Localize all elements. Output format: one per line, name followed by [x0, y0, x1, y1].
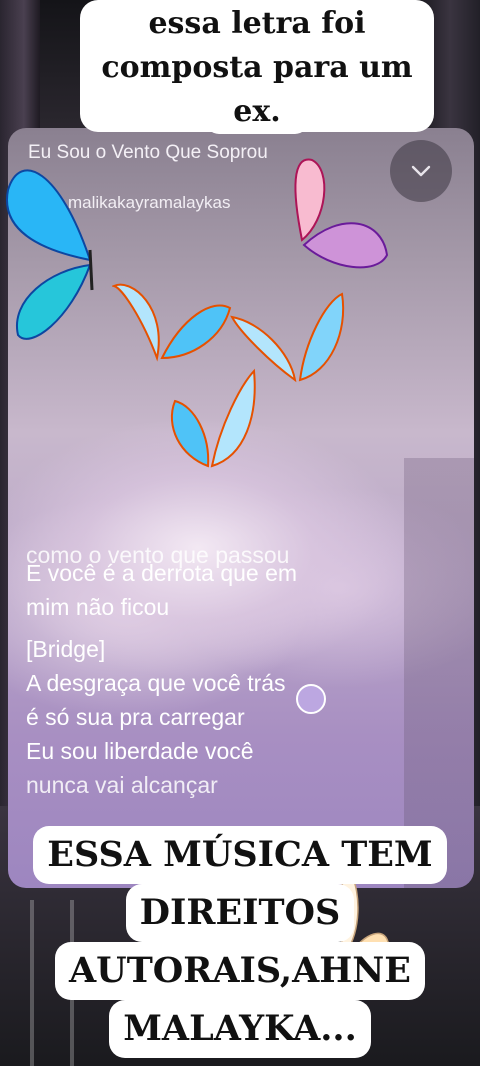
- caption-bottom-line: ESSA MÚSICA TEM: [33, 826, 447, 884]
- lyric-line: mim não ficou: [26, 594, 170, 620]
- lyric-line: Eu sou liberdade você: [26, 738, 254, 764]
- caption-top-line: ex.: [205, 90, 309, 134]
- blue-butterfly-icon: [5, 169, 94, 340]
- lyric-line: nunca vai alcançar: [26, 772, 218, 798]
- pink-butterfly-icon: [294, 158, 389, 269]
- lyrics-panel: como o vento que passou E você é a derro…: [26, 542, 406, 802]
- card-overlay-strip: [404, 458, 474, 888]
- caption-bottom: ESSA MÚSICA TEM DIREITOS AUTORAIS,AHNE M…: [2, 826, 478, 1066]
- caption-bottom-line: MALAYKA...: [109, 1000, 371, 1058]
- collapse-button[interactable]: [390, 140, 452, 202]
- caption-top-line: essa letra foi: [148, 6, 366, 41]
- caption-bottom-line: DIREITOS: [125, 884, 355, 942]
- blue-butterfly-icon: [112, 283, 232, 362]
- chevron-down-icon: [411, 165, 431, 177]
- caption-top: essa letra foi composta para um ex.: [80, 0, 434, 134]
- lyric-line: A desgraça que você trás: [26, 670, 286, 696]
- caption-top-line: composta para um: [101, 50, 413, 85]
- blue-butterfly-icon: [170, 368, 256, 468]
- lyric-section-label: [Bridge]: [26, 636, 106, 662]
- lyric-line: é só sua pra carregar: [26, 704, 245, 730]
- caption-bottom-line: AUTORAIS,AHNE: [55, 942, 425, 1000]
- lyric-line: como o vento que passou: [26, 542, 290, 568]
- touch-indicator: [296, 684, 326, 714]
